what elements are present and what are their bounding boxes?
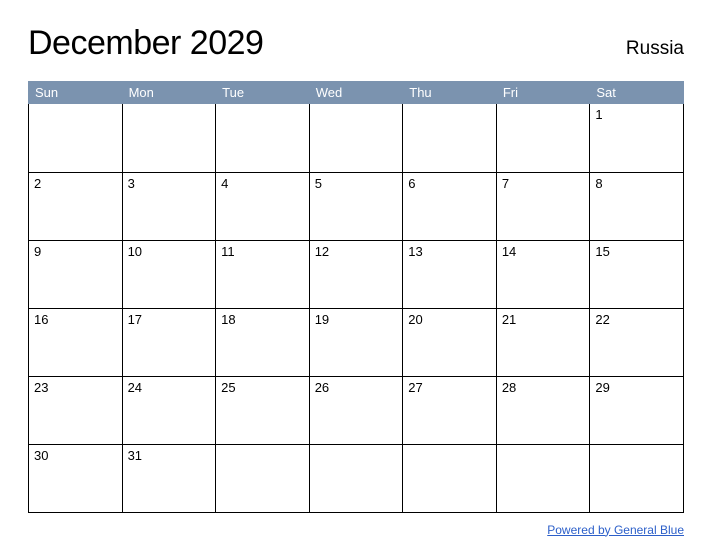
calendar-row: 16 17 18 19 20 21 22 bbox=[29, 308, 684, 376]
calendar-cell: 2 bbox=[29, 172, 123, 240]
calendar-row: 9 10 11 12 13 14 15 bbox=[29, 240, 684, 308]
calendar-body: 1 2 3 4 5 6 7 8 9 10 11 12 13 14 15 16 1… bbox=[29, 104, 684, 512]
weekday-header: Sat bbox=[590, 81, 684, 104]
calendar-table: Sun Mon Tue Wed Thu Fri Sat 1 2 3 4 5 6 … bbox=[28, 81, 684, 513]
calendar-cell bbox=[216, 444, 310, 512]
calendar-cell bbox=[496, 444, 590, 512]
calendar-header: December 2029 Russia bbox=[28, 24, 684, 63]
calendar-row: 1 bbox=[29, 104, 684, 172]
calendar-cell bbox=[216, 104, 310, 172]
weekday-header: Sun bbox=[29, 81, 123, 104]
calendar-cell: 12 bbox=[309, 240, 403, 308]
calendar-title: December 2029 bbox=[28, 24, 263, 63]
weekday-header-row: Sun Mon Tue Wed Thu Fri Sat bbox=[29, 81, 684, 104]
calendar-cell: 14 bbox=[496, 240, 590, 308]
calendar-cell: 28 bbox=[496, 376, 590, 444]
calendar-cell: 30 bbox=[29, 444, 123, 512]
calendar-cell: 26 bbox=[309, 376, 403, 444]
calendar-cell: 16 bbox=[29, 308, 123, 376]
calendar-cell bbox=[309, 444, 403, 512]
calendar-row: 2 3 4 5 6 7 8 bbox=[29, 172, 684, 240]
calendar-cell bbox=[403, 104, 497, 172]
calendar-cell: 1 bbox=[590, 104, 684, 172]
calendar-cell: 5 bbox=[309, 172, 403, 240]
calendar-row: 30 31 bbox=[29, 444, 684, 512]
calendar-cell: 9 bbox=[29, 240, 123, 308]
calendar-cell: 8 bbox=[590, 172, 684, 240]
calendar-cell: 18 bbox=[216, 308, 310, 376]
weekday-header: Fri bbox=[496, 81, 590, 104]
calendar-cell: 29 bbox=[590, 376, 684, 444]
calendar-cell: 19 bbox=[309, 308, 403, 376]
calendar-cell: 21 bbox=[496, 308, 590, 376]
calendar-cell bbox=[590, 444, 684, 512]
weekday-header: Wed bbox=[309, 81, 403, 104]
calendar-cell bbox=[309, 104, 403, 172]
powered-by-link[interactable]: Powered by General Blue bbox=[547, 523, 684, 537]
calendar-cell: 4 bbox=[216, 172, 310, 240]
calendar-cell bbox=[403, 444, 497, 512]
calendar-cell: 7 bbox=[496, 172, 590, 240]
calendar-cell bbox=[29, 104, 123, 172]
calendar-cell: 13 bbox=[403, 240, 497, 308]
calendar-cell bbox=[122, 104, 216, 172]
calendar-cell: 17 bbox=[122, 308, 216, 376]
calendar-row: 23 24 25 26 27 28 29 bbox=[29, 376, 684, 444]
calendar-cell: 10 bbox=[122, 240, 216, 308]
calendar-cell: 27 bbox=[403, 376, 497, 444]
calendar-cell: 24 bbox=[122, 376, 216, 444]
weekday-header: Thu bbox=[403, 81, 497, 104]
calendar-cell bbox=[496, 104, 590, 172]
calendar-region: Russia bbox=[626, 38, 684, 60]
calendar-cell: 15 bbox=[590, 240, 684, 308]
calendar-cell: 3 bbox=[122, 172, 216, 240]
calendar-cell: 11 bbox=[216, 240, 310, 308]
calendar-cell: 23 bbox=[29, 376, 123, 444]
weekday-header: Mon bbox=[122, 81, 216, 104]
calendar-cell: 31 bbox=[122, 444, 216, 512]
weekday-header: Tue bbox=[216, 81, 310, 104]
calendar-cell: 20 bbox=[403, 308, 497, 376]
footer: Powered by General Blue bbox=[28, 521, 684, 539]
calendar-cell: 6 bbox=[403, 172, 497, 240]
calendar-cell: 22 bbox=[590, 308, 684, 376]
calendar-cell: 25 bbox=[216, 376, 310, 444]
